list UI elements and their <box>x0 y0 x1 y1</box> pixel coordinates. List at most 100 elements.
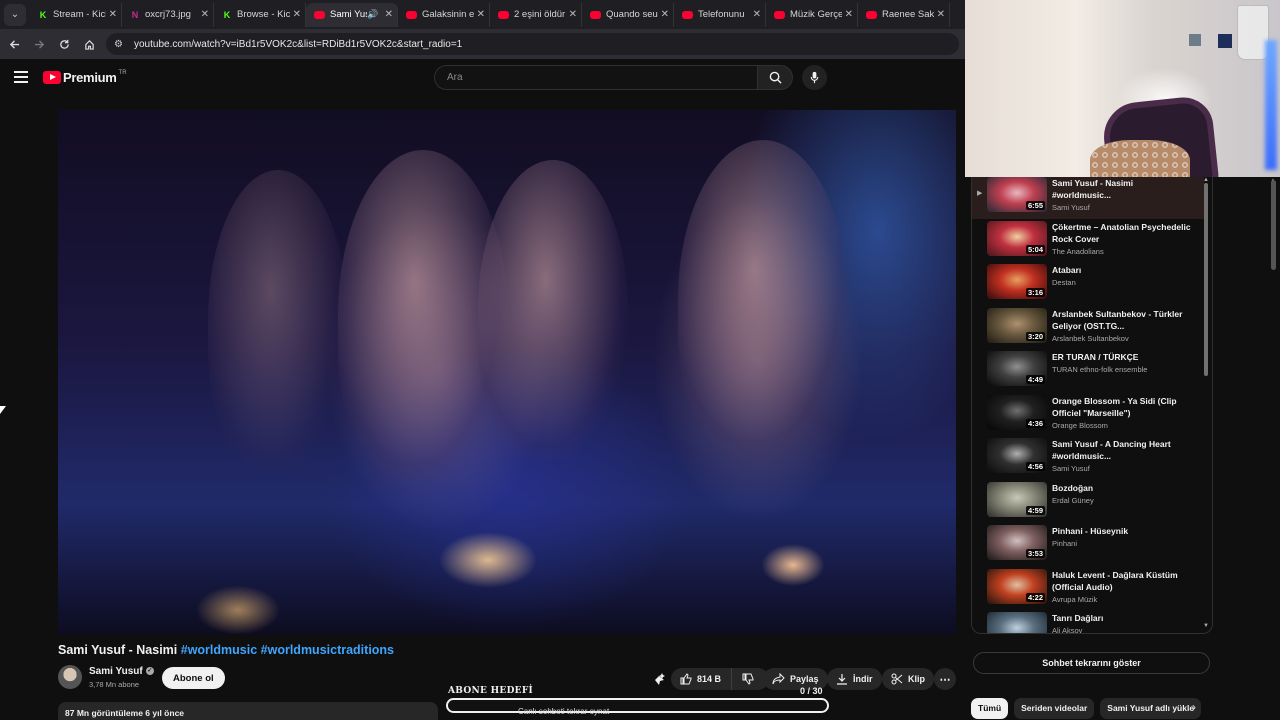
more-horizontal-icon: ⋯ <box>939 673 951 686</box>
browser-tab[interactable]: Telefonunu ✕ <box>674 2 766 27</box>
browser-tab[interactable]: Müzik Gerçe ✕ <box>766 2 858 27</box>
youtube-favicon-icon <box>406 10 417 19</box>
playlist-item-channel: Arslanbek Sultanbekov <box>1052 333 1129 343</box>
chip-uploads[interactable]: Sami Yusuf adlı yükle <box>1100 697 1202 719</box>
playlist-thumbnail[interactable]: 4:59 <box>987 481 1047 517</box>
playlist-scroll-down-icon[interactable]: ▼ <box>1203 623 1209 629</box>
playlist-item[interactable]: 3:16 Atabarı Destan <box>972 262 1204 306</box>
playlist-item[interactable]: 5:04 Çökertme – Anatolian Psychedelic Roc… <box>972 219 1204 263</box>
browser-tab[interactable]: 2 eşini öldür ✕ <box>490 2 582 27</box>
kick-favicon-icon: K <box>223 9 231 20</box>
playlist-item-channel: Ali Aksoy <box>1052 626 1083 634</box>
back-button[interactable] <box>3 33 25 55</box>
playlist-item[interactable]: 4:36 Orange Blossom - Ya Sidi (Clip Offic… <box>972 393 1204 437</box>
webcam-neon-light <box>1265 40 1277 170</box>
close-tab-icon[interactable]: ✕ <box>293 9 301 20</box>
share-icon <box>772 673 785 685</box>
chevron-right-icon[interactable]: › <box>1192 700 1196 714</box>
more-actions-button[interactable]: ⋯ <box>934 668 956 690</box>
close-tab-icon[interactable]: ✕ <box>477 9 485 20</box>
playlist-item[interactable]: 3:53 Pinhani - Hüseynik Pinhani <box>972 523 1204 567</box>
close-tab-icon[interactable]: ✕ <box>753 9 761 20</box>
show-chat-replay-button[interactable]: Sohbet tekrarını göster <box>973 652 1210 674</box>
playlist-item-title: Pinhani - Hüseynik <box>1052 526 1129 536</box>
browser-tab[interactable]: Noxcrj73.jpg ✕ <box>122 2 214 27</box>
channel-row: Sami Yusuf ✓ 3,78 Mn abone Abone ol <box>58 665 458 691</box>
forward-button[interactable] <box>28 33 50 55</box>
close-tab-icon[interactable]: ✕ <box>937 9 945 20</box>
channel-name-text: Sami Yusuf <box>89 666 143 677</box>
sparkle-button[interactable] <box>652 668 666 690</box>
scissors-icon <box>891 673 903 685</box>
subscribe-button[interactable]: Abone ol <box>162 667 225 689</box>
tab-title: Galaksinin en <box>422 9 474 20</box>
hashtag-link[interactable]: #worldmusictraditions <box>261 643 394 657</box>
close-tab-icon[interactable]: ✕ <box>109 9 117 20</box>
playlist-item[interactable]: 3:20 Arslanbek Sultanbekov - Türkler Geli… <box>972 306 1204 350</box>
playlist-thumbnail[interactable]: 4:49 <box>987 351 1047 386</box>
video-duration: 4:59 <box>1025 505 1045 515</box>
like-button[interactable]: 814 B <box>671 668 732 690</box>
chip-series[interactable]: Seriden videolar <box>1014 697 1095 719</box>
video-player[interactable] <box>58 110 956 635</box>
playlist-thumbnail[interactable]: 4:36 <box>987 394 1047 430</box>
close-tab-icon[interactable]: ✕ <box>385 9 393 20</box>
address-bar[interactable]: ⚙ youtube.com/watch?v=iBd1r5VOK2c&list=R… <box>106 33 959 55</box>
close-tab-icon[interactable]: ✕ <box>569 9 577 20</box>
page-scrollbar[interactable] <box>1271 180 1276 270</box>
playlist-item[interactable]: 4:49 ER TURAN / TÜRKÇE TURAN ethno-folk en… <box>972 349 1204 393</box>
playlist-thumbnail[interactable]: 3:38 <box>987 612 1047 633</box>
youtube-favicon-icon <box>682 10 693 19</box>
browser-tab[interactable]: Quando seu ✕ <box>582 2 674 27</box>
playlist-thumbnail[interactable]: 3:20 <box>987 307 1047 343</box>
playlist-thumbnail[interactable]: 4:56 <box>987 438 1047 473</box>
search-input[interactable]: Ara <box>434 65 757 90</box>
thumbs-down-icon <box>742 673 754 685</box>
playlist-item[interactable]: ▶ 6:55 Sami Yusuf - Nasimi #worldmusic... S… <box>972 177 1204 219</box>
playlist-item[interactable]: 3:38 Tanrı Dağları Ali Aksoy <box>972 610 1204 634</box>
tab-title: Browse - Kick <box>237 9 290 20</box>
browser-tab[interactable]: Galaksinin en✕ <box>398 2 490 27</box>
tab-search-button[interactable]: ⌄ <box>4 3 26 26</box>
hashtag-link[interactable]: #worldmusic <box>181 643 257 657</box>
like-count: 814 B <box>697 674 722 684</box>
playlist-thumbnail[interactable]: 4:22 <box>987 568 1047 604</box>
site-settings-icon[interactable]: ⚙ <box>114 39 126 50</box>
close-tab-icon[interactable]: ✕ <box>661 9 669 20</box>
playlist-item-title: Çökertme – Anatolian Psychedelic Rock Co… <box>1052 221 1191 244</box>
youtube-logo[interactable]: Premium TR <box>43 70 127 85</box>
reload-button[interactable] <box>53 33 75 55</box>
playlist-thumbnail[interactable]: 3:53 <box>987 525 1047 560</box>
close-tab-icon[interactable]: ✕ <box>845 9 853 20</box>
live-chat-replay-text[interactable]: Canlı sohbeti tekrar oynat <box>518 707 609 716</box>
close-tab-icon[interactable]: ✕ <box>201 9 209 20</box>
playlist-item[interactable]: 4:59 Bozdoğan Erdal Güney <box>972 480 1204 524</box>
playlist-scrollbar[interactable] <box>1204 183 1208 376</box>
video-title-text: Sami Yusuf - Nasimi <box>58 643 178 657</box>
sparkle-icon <box>655 673 665 685</box>
playlist-item-title: Sami Yusuf - A Dancing Heart #worldmusic… <box>1052 439 1171 461</box>
browser-tab[interactable]: K Browse - Kick ✕ <box>214 2 306 27</box>
home-button[interactable] <box>78 33 100 55</box>
webcam-wall-object <box>1189 34 1201 46</box>
playlist-thumbnail[interactable]: 6:55 <box>987 177 1047 212</box>
browser-tab[interactable]: Sami Yusuf🔊 ✕ <box>306 2 398 27</box>
playlist-thumbnail[interactable]: 5:04 <box>987 220 1047 256</box>
browser-tab[interactable]: Raenee Sak ✕ <box>858 2 950 27</box>
download-button[interactable]: İndir <box>827 668 882 690</box>
menu-icon[interactable] <box>14 71 28 83</box>
channel-name[interactable]: Sami Yusuf ✓ <box>89 666 154 677</box>
channel-avatar[interactable] <box>58 665 82 689</box>
chip-all[interactable]: Tümü <box>971 697 1009 719</box>
description-box[interactable]: 87 Mn görüntüleme 6 yıl önce <box>58 702 438 720</box>
image-favicon-icon: N <box>131 9 139 20</box>
home-icon <box>84 39 94 50</box>
playlist-thumbnail[interactable]: 3:16 <box>987 264 1047 299</box>
speaker-icon[interactable]: 🔊 <box>367 9 378 20</box>
search-button[interactable] <box>757 65 793 90</box>
browser-tab[interactable]: K Stream - Kick ✕ <box>30 2 122 27</box>
voice-search-button[interactable] <box>802 65 827 90</box>
playlist-item[interactable]: 4:56 Sami Yusuf - A Dancing Heart #worldm… <box>972 436 1204 480</box>
clip-button[interactable]: Klip <box>882 668 934 690</box>
playlist-item[interactable]: 4:22 Haluk Levent - Dağlara Küstüm (Offic… <box>972 567 1204 611</box>
